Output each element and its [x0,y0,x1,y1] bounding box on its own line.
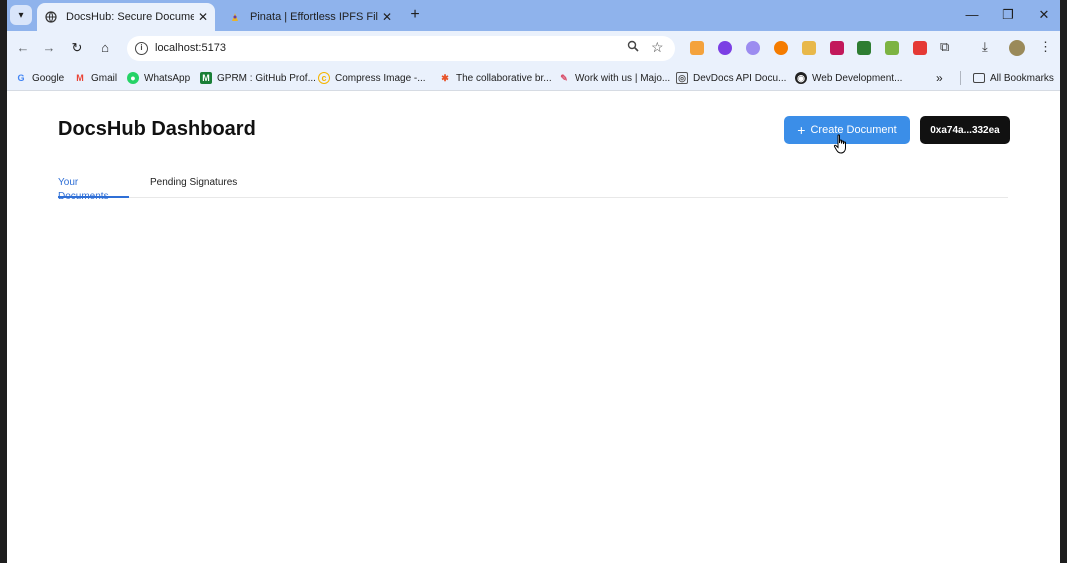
close-window-button[interactable]: ✕ [1028,5,1060,25]
pinata-icon [228,10,242,24]
star-icon[interactable]: ☆ [651,39,664,56]
page-content: DocsHub Dashboard + Create Document 0xa7… [7,92,1060,563]
restore-button[interactable]: ❐ [992,5,1024,25]
new-tab-button[interactable]: + [406,6,424,24]
extension-purple-icon[interactable] [718,41,732,55]
gprm-icon: M [200,72,212,84]
bookmark-whatsapp[interactable]: ● WhatsApp [127,70,190,86]
extension-yellow-icon[interactable] [802,41,816,55]
major-icon: ✎ [560,72,568,83]
tab-your-documents[interactable]: Your Documents [58,176,129,202]
forward-button[interactable]: → [38,38,60,58]
minimize-button[interactable]: — [956,5,988,25]
all-bookmarks[interactable]: All Bookmarks [973,70,1054,86]
chevron-down-icon: ▾ [18,9,24,21]
back-button[interactable]: ← [12,38,34,58]
browser-window: ▾ DocsHub: Secure Document M ✕ Pinata | … [7,0,1060,563]
bookmark-google[interactable]: G Google [15,70,64,86]
home-button[interactable]: ⌂ [94,38,116,58]
plus-icon: + [797,122,806,138]
bookmark-devdocs[interactable]: ◎ DevDocs API Docu... [676,70,786,86]
browser-tab-docshub[interactable]: DocsHub: Secure Document M ✕ [37,3,215,31]
avatar[interactable] [1009,40,1025,56]
extension-red-icon[interactable] [913,41,927,55]
devdocs-icon: ◎ [676,72,688,84]
create-document-label: Create Document [810,124,897,136]
page-title: DocsHub Dashboard [58,118,256,140]
globe-icon [44,10,58,24]
close-icon[interactable]: ✕ [194,10,212,24]
tab-title: Pinata | Effortless IPFS File Man [250,11,378,23]
download-icon[interactable]: ⤓ [982,39,988,55]
tab-pending-signatures[interactable]: Pending Signatures [150,176,237,198]
document-tabs: Your Documents Pending Signatures [58,176,1008,202]
bookmark-major[interactable]: ✎ Work with us | Majo... [558,70,670,86]
bookmark-collab[interactable]: ✱ The collaborative br... [439,70,551,86]
browser-tab-pinata[interactable]: Pinata | Effortless IPFS File Man ✕ [221,3,399,31]
bookmarks-overflow-icon[interactable]: » [936,70,943,86]
pdf-extension-icon[interactable] [885,41,899,55]
tab-search-button[interactable]: ▾ [10,5,32,25]
collab-icon: ✱ [441,72,449,83]
reload-button[interactable]: ↻ [66,38,88,58]
toolbar: ← → ↻ ⌂ i localhost:5173 ☆ ⧉ ⤓ ⋮ [7,31,1060,65]
address-bar[interactable]: i localhost:5173 ☆ [127,36,675,61]
wallet-address-button[interactable]: 0xa74a...332ea [920,116,1010,144]
puzzle-icon[interactable]: ⧉ [940,39,949,55]
extension-green-icon[interactable] [857,41,871,55]
hand-cursor-icon [833,134,849,154]
whatsapp-icon: ● [127,72,139,84]
bookmark-gprm[interactable]: M GPRM : GitHub Prof... [200,70,316,86]
extension-lavender-icon[interactable] [746,41,760,55]
site-info-icon[interactable]: i [135,42,148,55]
gmail-icon: M [76,73,84,83]
compress-icon: c [318,72,330,84]
close-icon[interactable]: ✕ [378,10,396,24]
bookmarks-bar: G Google M Gmail ● WhatsApp M GPRM : Git… [7,65,1060,91]
google-icon: G [17,73,25,83]
folder-icon [973,73,985,83]
bookmark-web-development[interactable]: ◉ Web Development... [795,70,902,86]
address-url: localhost:5173 [155,42,226,54]
menu-icon[interactable]: ⋮ [1039,39,1052,55]
extension-magenta-icon[interactable] [830,41,844,55]
web-icon: ◉ [795,72,807,84]
extension-orange-icon[interactable] [774,41,788,55]
zoom-icon[interactable] [627,40,639,55]
tab-strip: ▾ DocsHub: Secure Document M ✕ Pinata | … [7,0,1060,31]
bookmarks-divider [960,71,961,85]
wallet-address-label: 0xa74a...332ea [930,124,1000,136]
metamask-icon[interactable] [690,41,704,55]
bookmark-compress[interactable]: c Compress Image -... [318,70,426,86]
tab-title: DocsHub: Secure Document M [66,11,194,23]
bookmark-gmail[interactable]: M Gmail [74,70,117,86]
